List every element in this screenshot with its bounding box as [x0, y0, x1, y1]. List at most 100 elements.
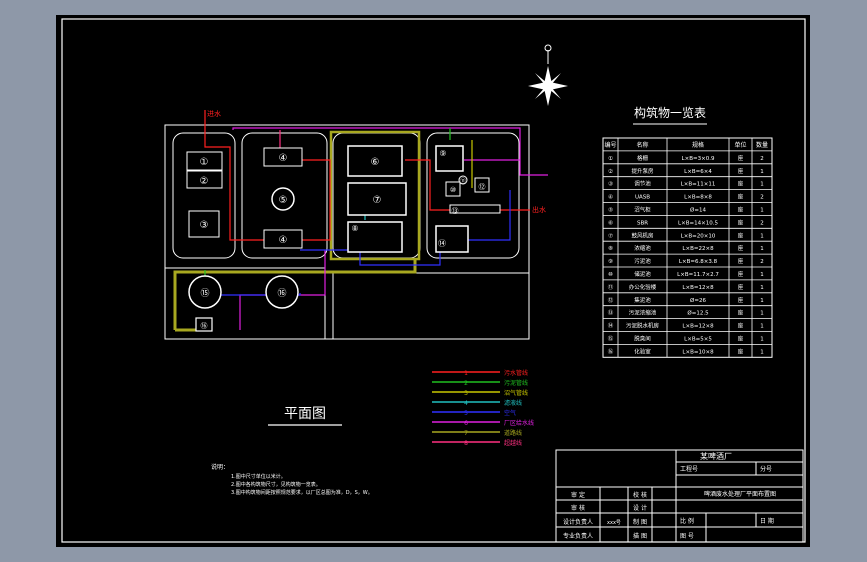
table-cell: 1 — [760, 182, 764, 188]
table-cell: 1 — [760, 349, 764, 355]
table-cell: 座 — [738, 347, 744, 355]
table-cell: 2 — [760, 220, 764, 226]
table-cell: 座 — [738, 193, 744, 201]
table-cell: L×B=6.8×3.8 — [679, 259, 718, 265]
table-cell: 污泥脱水机房 — [626, 322, 660, 330]
table-cell: ⑬ — [608, 309, 614, 317]
unit-4a: ④ — [263, 147, 303, 167]
legend-label: 污泥管线 — [504, 379, 528, 387]
plan-title: 平面图 — [284, 406, 326, 422]
legend-label: 厂区给水线 — [504, 419, 534, 427]
unit-7: ⑦ — [347, 182, 407, 216]
unit-5: ⑤ — [271, 187, 295, 211]
tb-r3c0: 专业负责人 — [563, 532, 593, 540]
table-cell: ⑤ — [608, 208, 613, 214]
legend-label: 滤液线 — [504, 399, 522, 407]
unit-11-label: ⑪ — [460, 177, 466, 185]
legend-label: 道路线 — [504, 429, 522, 437]
table-cell: ⑦ — [608, 232, 613, 239]
outlet-label: 出水 — [532, 205, 546, 214]
unit-4b-label: ④ — [279, 235, 288, 246]
table-cell: ⑮ — [608, 335, 614, 343]
table-cell: L×B=11×11 — [681, 182, 716, 188]
unit-17: ⑯ — [195, 317, 213, 332]
table-cell: 座 — [738, 322, 744, 330]
table-cell: 1 — [760, 208, 764, 214]
table-cell: L×B=10×8 — [682, 349, 714, 355]
table-cell: 化验室 — [634, 347, 651, 355]
table-cell: 1 — [760, 169, 764, 175]
unit-12-label: ⑫ — [479, 183, 486, 191]
table-cell: 座 — [738, 270, 744, 278]
table-cell: 1 — [760, 298, 764, 304]
tb-r2c1: xxx号 — [607, 520, 621, 526]
table-cell: UASB — [635, 195, 650, 201]
unit-3: ③ — [188, 210, 220, 238]
unit-11: ⑪ — [458, 175, 468, 185]
legend-label: 污水管线 — [504, 369, 528, 377]
table-cell: 鼓风机房 — [631, 231, 654, 239]
drawing-title: 啤酒废水处理厂平面布置图 — [704, 490, 776, 498]
legend-number: 6 — [464, 420, 468, 427]
table-cell: 污泥池 — [634, 257, 651, 265]
table-cell: 座 — [738, 206, 744, 214]
legend-number: 7 — [464, 430, 468, 437]
unit-9-label: ⑨ — [439, 149, 446, 158]
legend-label: 空气 — [504, 409, 516, 417]
table-cell: 座 — [738, 167, 744, 175]
unit-10-label: ⑩ — [450, 186, 456, 194]
unit-15-label: ⑮ — [200, 288, 209, 299]
table-cell: 座 — [738, 283, 744, 291]
table-cell: 座 — [738, 309, 744, 317]
unit-14: ⑭ — [435, 225, 469, 253]
table-cell: 调节池 — [634, 180, 651, 188]
table-cell: 提升泵房 — [631, 167, 654, 175]
project-label: 工程号 — [680, 465, 698, 473]
table-cell: 座 — [738, 244, 744, 252]
table-cell: 座 — [738, 231, 744, 239]
table-cell: ③ — [608, 182, 613, 188]
table-cell: 1 — [760, 285, 764, 291]
table-cell: 脱臭间 — [634, 335, 651, 343]
legend-number: 4 — [464, 400, 468, 407]
tb-r2c2: 制 图 — [633, 518, 647, 526]
table-cell: L×B=11.7×2.7 — [677, 272, 719, 278]
table-cell: 储泥池 — [634, 270, 651, 278]
unit-8: ⑧ — [347, 221, 403, 253]
table-cell: L×B=14×10.5 — [678, 220, 718, 226]
unit-6: ⑥ — [347, 145, 403, 177]
notes-heading: 说明： — [211, 463, 229, 471]
unit-4a-label: ④ — [279, 153, 288, 164]
table-cell: 2 — [760, 195, 764, 201]
table-title: 构筑物一览表 — [634, 105, 706, 120]
unit-2: ② — [186, 170, 223, 189]
table-cell: ⑧ — [608, 246, 613, 252]
legend-label: 超越线 — [504, 439, 522, 447]
legend-label: 沼气管线 — [504, 389, 528, 397]
unit-8-label: ⑧ — [351, 224, 358, 233]
table-cell: ⑫ — [608, 296, 614, 304]
table-cell: 1 — [760, 324, 764, 330]
unit-4b: ④ — [263, 229, 303, 249]
company-name: 某啤酒厂 — [700, 451, 732, 461]
table-cell: 座 — [738, 180, 744, 188]
table-cell: Ø=26 — [690, 297, 706, 304]
table-cell: L×B=3×0.9 — [682, 156, 715, 162]
table-header-cell: 编号 — [604, 141, 616, 149]
table-cell: 座 — [738, 218, 744, 226]
table-cell: 格栅 — [637, 154, 649, 162]
table-cell: Ø=14 — [690, 207, 706, 214]
table-cell: L×B=12×8 — [682, 285, 714, 291]
unit-12: ⑫ — [474, 177, 490, 193]
notes-line-1: 1.图中尺寸单位以米计。 — [231, 473, 286, 480]
table-cell: 座 — [738, 257, 744, 265]
table-cell: ④ — [608, 195, 613, 201]
tb-r3c2: 描 图 — [633, 532, 647, 540]
table-cell: 1 — [760, 311, 764, 317]
unit-6-label: ⑥ — [371, 157, 380, 168]
table-cell: 沼气柜 — [634, 206, 651, 214]
number-label: 分号 — [760, 465, 772, 473]
tb-r0c0: 审 定 — [571, 491, 585, 499]
legend-number: 1 — [464, 370, 468, 377]
unit-13-label: ⑬ — [452, 207, 459, 215]
